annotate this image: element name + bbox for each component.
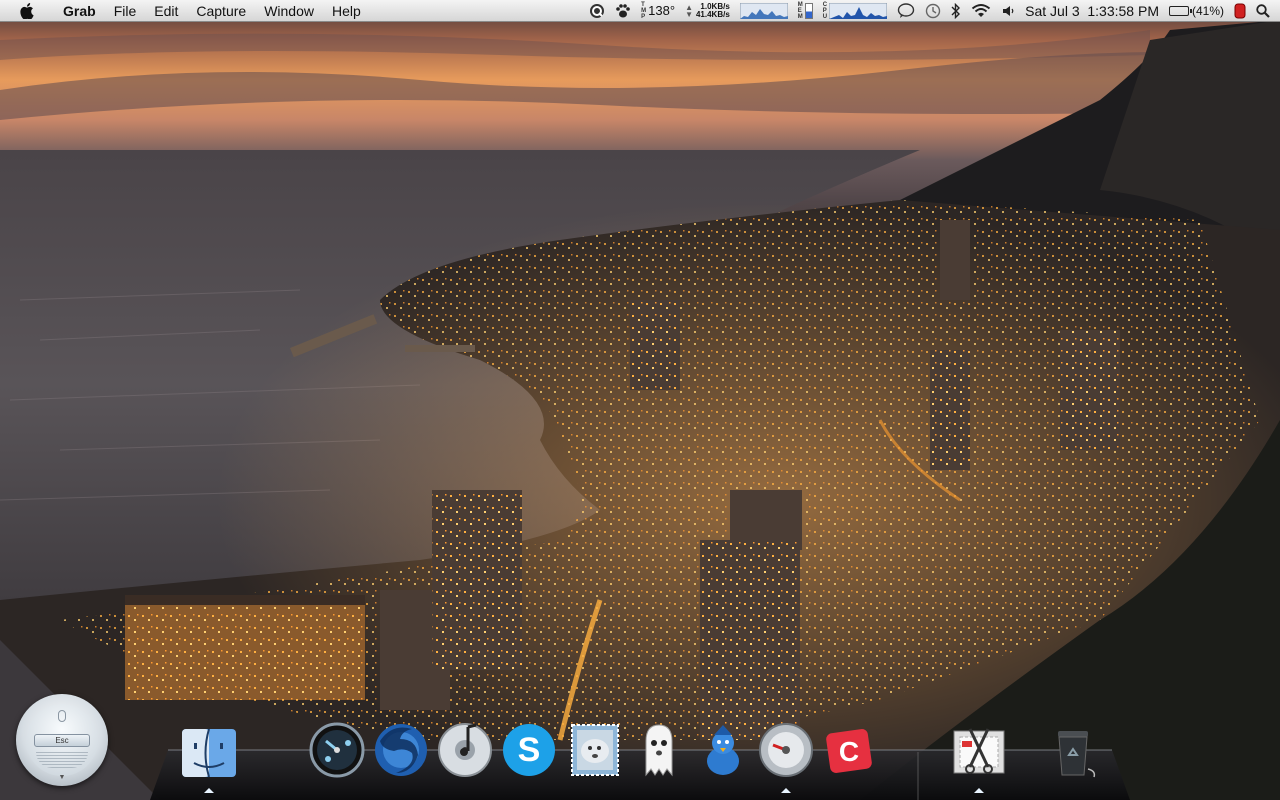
quicksilver-icon[interactable] [589, 3, 605, 19]
temperature-monitor[interactable]: TMP 138° [641, 2, 675, 20]
volume-icon[interactable] [1001, 3, 1015, 19]
esc-key-label[interactable]: Esc [34, 734, 90, 747]
bluetooth-icon[interactable] [951, 2, 961, 19]
firefox-icon[interactable] [372, 721, 430, 779]
net-download-rate: 41.4KB/s [695, 9, 730, 19]
battery-status[interactable]: (41%) [1168, 3, 1224, 18]
battery-percent: (41%) [1191, 3, 1224, 18]
speech-recognition-widget[interactable]: Esc ▼ [16, 694, 108, 786]
app-menu[interactable]: Grab [54, 0, 105, 22]
paw-icon[interactable] [615, 3, 631, 19]
chat-bubble-icon[interactable] [897, 2, 915, 19]
finder-icon[interactable] [180, 723, 238, 781]
time-machine-icon[interactable] [925, 3, 941, 19]
svg-text:C: C [839, 736, 859, 767]
net-arrows-icon: ▲ ▼ [685, 2, 693, 19]
red-c-app-icon[interactable]: C [820, 721, 878, 779]
microphone-icon [58, 710, 66, 722]
wifi-icon[interactable] [971, 3, 991, 19]
gear-icon[interactable] [757, 721, 815, 779]
red-bookmark-icon[interactable] [1234, 3, 1246, 19]
trash-icon[interactable] [1044, 721, 1102, 779]
menu-capture[interactable]: Capture [187, 0, 255, 22]
menubar-clock[interactable]: Sat Jul 3 1:33:58 PM [1025, 3, 1159, 19]
dashboard-icon[interactable] [308, 721, 366, 779]
chevron-down-icon[interactable]: ▼ [16, 774, 108, 781]
memory-bar [804, 2, 813, 19]
menu-file[interactable]: File [105, 0, 146, 22]
menu-window[interactable]: Window [255, 0, 323, 22]
itunes-icon[interactable] [436, 721, 494, 779]
battery-icon [1168, 5, 1192, 16]
desktop-wallpaper [0, 0, 1280, 800]
svg-text:S: S [518, 731, 541, 769]
cpu-monitor[interactable]: CPU [823, 2, 888, 20]
cpu-graph [829, 2, 888, 19]
memory-monitor[interactable]: MEM [798, 2, 813, 20]
network-monitor[interactable]: ▲ ▼ 1.0KB/s 41.4KB/s [685, 2, 730, 19]
apple-menu-icon[interactable] [20, 2, 34, 19]
spotlight-icon[interactable] [1256, 3, 1270, 18]
twitter-bird-icon[interactable] [694, 721, 752, 779]
temperature-value: 138° [648, 3, 676, 18]
mail-icon[interactable] [566, 721, 624, 779]
menu-help[interactable]: Help [323, 0, 370, 22]
speaker-grille [36, 752, 88, 768]
skype-icon[interactable]: S [500, 721, 558, 779]
menu-bar: Grab File Edit Capture Window Help TMP 1… [0, 0, 1280, 22]
adium-ghost-icon[interactable] [630, 721, 688, 779]
grab-scissors-icon[interactable] [950, 721, 1008, 779]
menu-edit[interactable]: Edit [145, 0, 187, 22]
network-graph [739, 2, 788, 19]
